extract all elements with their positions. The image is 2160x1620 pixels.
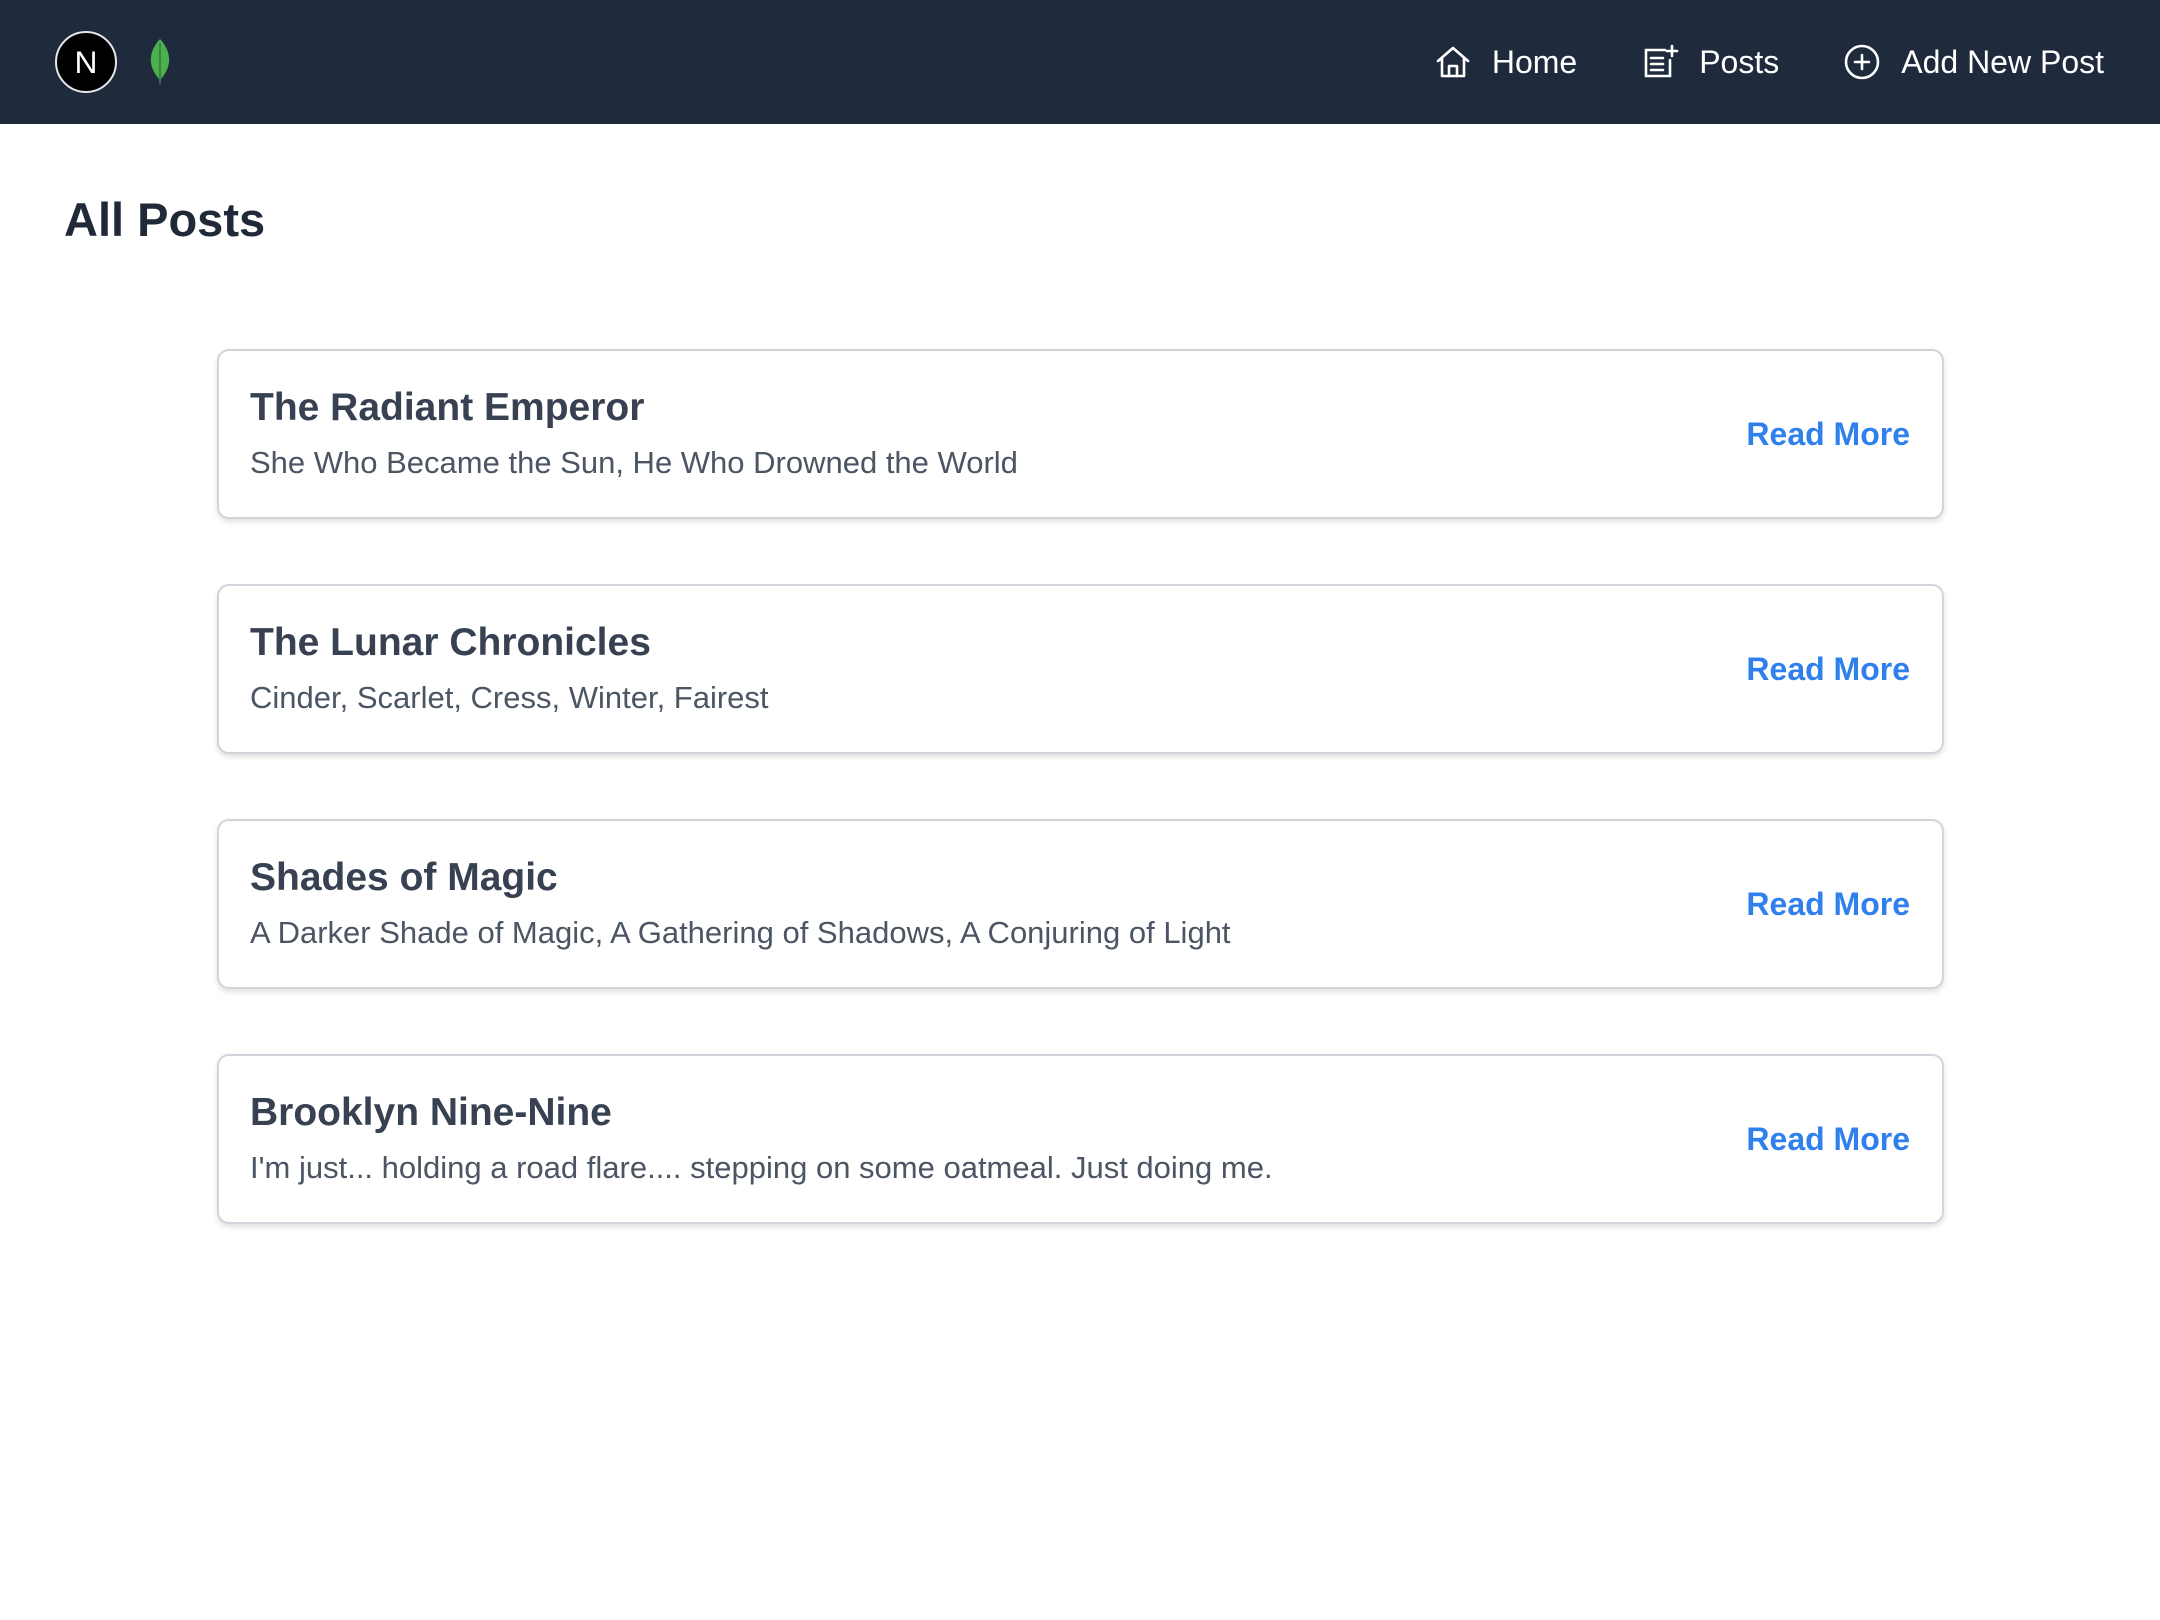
nav-add-post-link[interactable]: Add New Post [1843, 43, 2104, 81]
read-more-link[interactable]: Read More [1746, 886, 1910, 923]
home-icon [1434, 43, 1472, 81]
nav-home-label: Home [1491, 43, 1578, 80]
post-text: The Radiant Emperor She Who Became the S… [250, 385, 1018, 483]
nav-posts-label: Posts [1699, 43, 1780, 80]
main-nav: Home Posts Add New Post [1434, 43, 2104, 81]
post-subtitle: She Who Became the Sun, He Who Drowned t… [250, 445, 1018, 480]
post-subtitle: I'm just... holding a road flare.... ste… [250, 1150, 1273, 1185]
post-text: Shades of Magic A Darker Shade of Magic,… [250, 855, 1231, 953]
post-subtitle: Cinder, Scarlet, Cress, Winter, Fairest [250, 680, 769, 715]
read-more-link[interactable]: Read More [1746, 651, 1910, 688]
post-title: The Lunar Chronicles [250, 621, 651, 664]
note-add-icon [1641, 43, 1679, 81]
post-title: Shades of Magic [250, 856, 558, 899]
circle-plus-icon [1843, 43, 1881, 81]
nav-posts-link[interactable]: Posts [1641, 43, 1779, 81]
nav-add-post-label: Add New Post [1901, 43, 2104, 80]
post-card: Shades of Magic A Darker Shade of Magic,… [217, 819, 1944, 989]
post-card: The Radiant Emperor She Who Became the S… [217, 349, 1944, 519]
mongodb-leaf-icon[interactable] [145, 37, 175, 87]
post-subtitle: A Darker Shade of Magic, A Gathering of … [250, 915, 1231, 950]
read-more-link[interactable]: Read More [1746, 416, 1910, 453]
nav-home-link[interactable]: Home [1434, 43, 1577, 81]
post-title: The Radiant Emperor [250, 386, 645, 429]
nextjs-logo-icon[interactable]: N [55, 31, 117, 93]
post-text: Brooklyn Nine-Nine I'm just... holding a… [250, 1090, 1273, 1188]
post-title: Brooklyn Nine-Nine [250, 1091, 612, 1134]
brand-logos: N [55, 31, 175, 93]
nextjs-logo-letter: N [75, 44, 98, 80]
post-text: The Lunar Chronicles Cinder, Scarlet, Cr… [250, 620, 769, 718]
page-title: All Posts [64, 193, 266, 246]
post-list: The Radiant Emperor She Who Became the S… [217, 349, 1944, 1289]
post-card: Brooklyn Nine-Nine I'm just... holding a… [217, 1054, 1944, 1224]
top-navbar: N Home Posts Add New Post [0, 0, 2160, 124]
read-more-link[interactable]: Read More [1746, 1121, 1910, 1158]
post-card: The Lunar Chronicles Cinder, Scarlet, Cr… [217, 584, 1944, 754]
